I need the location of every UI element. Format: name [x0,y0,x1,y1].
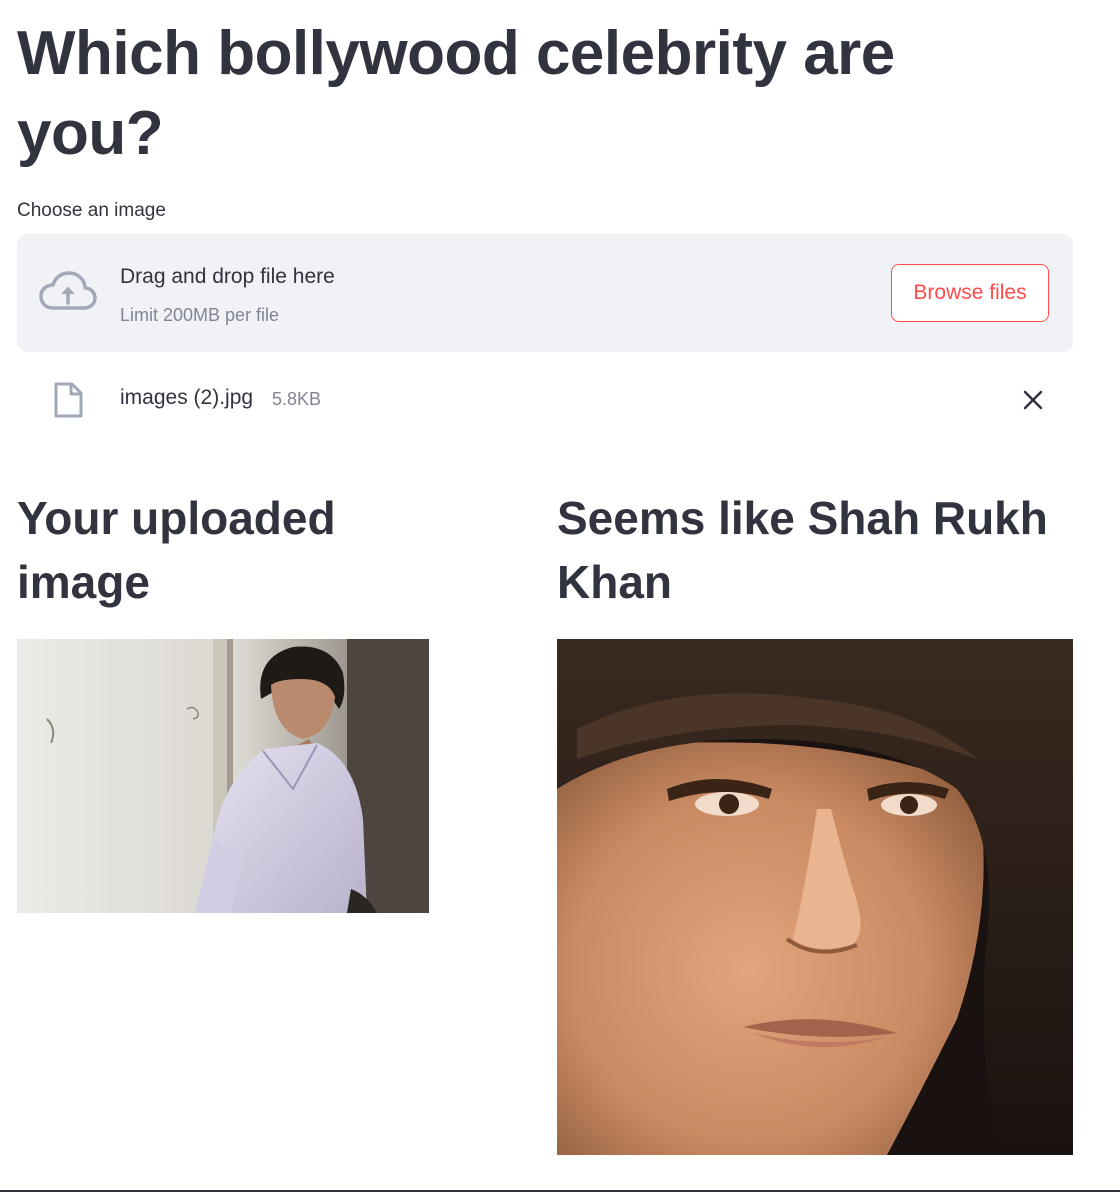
uploaded-file-name: images (2).jpg [120,386,254,409]
bottom-divider [0,1190,1120,1192]
matched-celebrity-image [557,639,1073,1155]
close-icon[interactable] [1019,386,1047,414]
page-title: Which bollywood celebrity are you? [17,19,895,168]
uploaded-file-size: 5.8KB [272,389,322,409]
file-icon [54,382,83,418]
dropzone-limit: Limit 200MB per file [120,305,280,325]
file-dropzone[interactable]: Drag and drop file here Limit 200MB per … [17,234,1073,352]
uploader-label: Choose an image [17,200,166,221]
uploaded-image [17,639,429,913]
app-page: Which bollywood celebrity are you? Choos… [0,0,1120,1196]
uploaded-image-heading: Your uploaded image [17,492,336,608]
cloud-upload-icon [39,271,97,310]
match-result-heading: Seems like Shah Rukh Khan [557,492,1048,608]
browse-files-button[interactable]: Browse files [891,264,1049,322]
uploaded-file-row: images (2).jpg 5.8KB [17,370,1073,430]
dropzone-instructions: Drag and drop file here [120,265,335,288]
